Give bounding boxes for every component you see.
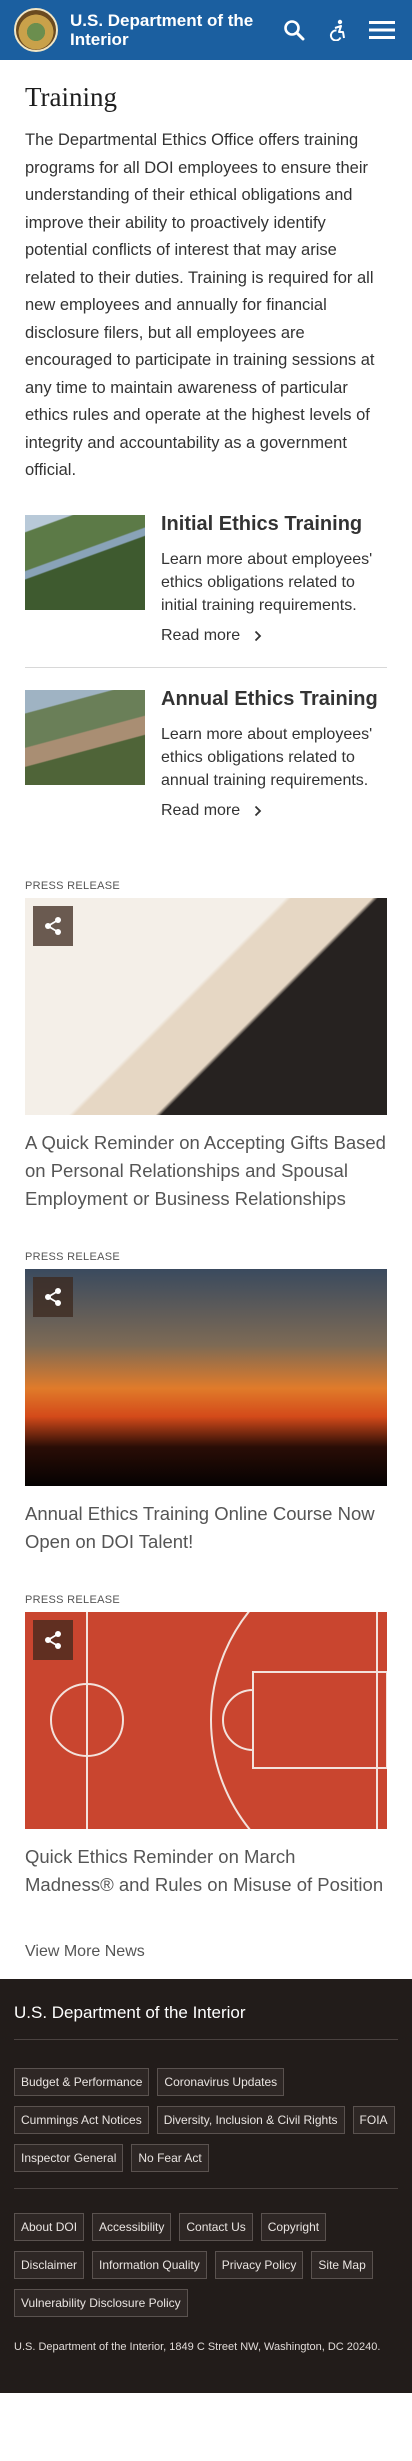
news-item-annual-course: PRESS RELEASE Annual Ethics Training Onl… bbox=[25, 1251, 387, 1556]
news-kicker: PRESS RELEASE bbox=[25, 879, 120, 892]
page-title: Training bbox=[25, 82, 118, 112]
main-content: Training The Departmental Ethics Office … bbox=[0, 60, 412, 1979]
footer-link-about[interactable]: About DOI bbox=[14, 2212, 85, 2241]
search-button[interactable] bbox=[274, 10, 314, 50]
search-icon bbox=[284, 20, 305, 41]
site-header: U.S. Department of the Interior bbox=[0, 0, 412, 60]
news-image[interactable] bbox=[25, 1611, 387, 1829]
news-kicker: PRESS RELEASE bbox=[25, 1593, 120, 1606]
footer-link-information-quality[interactable]: Information Quality bbox=[92, 2250, 207, 2279]
read-more-label: Read more bbox=[161, 801, 241, 819]
card-divider bbox=[25, 666, 387, 668]
news-image[interactable] bbox=[25, 897, 387, 1115]
footer-link-foia[interactable]: FOIA bbox=[352, 2105, 395, 2134]
read-more-link[interactable]: Read more bbox=[161, 802, 262, 820]
news-title[interactable]: Annual Ethics Training Online Course Now… bbox=[25, 1500, 387, 1556]
footer-link-no-fear-act[interactable]: No Fear Act bbox=[131, 2143, 209, 2172]
menu-icon bbox=[369, 21, 395, 39]
read-more-label: Read more bbox=[161, 626, 241, 644]
footer-title[interactable]: U.S. Department of the Interior bbox=[14, 2003, 398, 2023]
news-title[interactable]: A Quick Reminder on Accepting Gifts Base… bbox=[25, 1129, 387, 1213]
basketball-court-illustration bbox=[50, 1611, 387, 1829]
news-item-march-madness: PRESS RELEASE Quick Ethics Reminder on M… bbox=[25, 1594, 387, 1899]
training-card-title[interactable]: Initial Ethics Training bbox=[161, 513, 387, 536]
menu-button[interactable] bbox=[362, 10, 402, 50]
footer-links-primary: Budget & Performance Coronavirus Updates… bbox=[14, 2067, 398, 2172]
footer-link-copyright[interactable]: Copyright bbox=[260, 2212, 327, 2241]
news-item-gifts: PRESS RELEASE A Quick Reminder on Accept… bbox=[25, 880, 387, 1213]
share-button[interactable] bbox=[33, 1276, 73, 1317]
share-button[interactable] bbox=[33, 905, 73, 946]
news-title[interactable]: Quick Ethics Reminder on March Madness® … bbox=[25, 1843, 387, 1899]
training-card-image[interactable] bbox=[25, 689, 145, 785]
footer-divider bbox=[14, 2038, 398, 2040]
share-icon bbox=[45, 916, 61, 935]
chevron-right-icon bbox=[255, 805, 262, 816]
footer-address: U.S. Department of the Interior, 1849 C … bbox=[14, 2340, 381, 2353]
chevron-right-icon bbox=[255, 630, 262, 641]
footer-divider bbox=[14, 2187, 398, 2189]
news-image[interactable] bbox=[25, 1268, 387, 1486]
read-more-link[interactable]: Read more bbox=[161, 627, 262, 645]
share-button[interactable] bbox=[33, 1619, 73, 1660]
footer-link-vulnerability[interactable]: Vulnerability Disclosure Policy bbox=[14, 2288, 188, 2317]
accessibility-button[interactable] bbox=[318, 10, 358, 50]
header-actions bbox=[274, 10, 402, 50]
training-card-text: Learn more about employees' ethics oblig… bbox=[161, 725, 373, 789]
footer-link-accessibility[interactable]: Accessibility bbox=[92, 2212, 172, 2241]
view-more-news-link[interactable]: View More News bbox=[25, 1943, 387, 1979]
footer-link-contact[interactable]: Contact Us bbox=[179, 2212, 253, 2241]
footer-link-privacy[interactable]: Privacy Policy bbox=[214, 2250, 304, 2279]
footer-link-budget[interactable]: Budget & Performance bbox=[14, 2067, 150, 2096]
site-footer: U.S. Department of the Interior Budget &… bbox=[0, 1978, 412, 2393]
intro-text: The Departmental Ethics Office offers tr… bbox=[25, 131, 375, 479]
training-card-text: Learn more about employees' ethics oblig… bbox=[161, 550, 373, 614]
training-card-image[interactable] bbox=[25, 514, 145, 610]
footer-link-diversity[interactable]: Diversity, Inclusion & Civil Rights bbox=[156, 2105, 345, 2134]
share-icon bbox=[45, 1630, 61, 1649]
training-card-annual: Annual Ethics Training Learn more about … bbox=[25, 688, 387, 842]
training-card-initial: Initial Ethics Training Learn more about… bbox=[25, 513, 387, 667]
news-kicker: PRESS RELEASE bbox=[25, 1250, 120, 1263]
accessibility-icon bbox=[329, 19, 345, 41]
share-icon bbox=[45, 1287, 61, 1306]
site-title[interactable]: U.S. Department of the Interior bbox=[70, 11, 274, 49]
footer-link-inspector-general[interactable]: Inspector General bbox=[14, 2143, 124, 2172]
site-title-line1: U.S. Department of the bbox=[70, 11, 254, 30]
footer-link-cummings[interactable]: Cummings Act Notices bbox=[14, 2105, 149, 2134]
footer-links-secondary: About DOI Accessibility Contact Us Copyr… bbox=[14, 2212, 398, 2317]
footer-link-coronavirus[interactable]: Coronavirus Updates bbox=[157, 2067, 285, 2096]
training-card-title[interactable]: Annual Ethics Training bbox=[161, 688, 387, 711]
footer-link-disclaimer[interactable]: Disclaimer bbox=[14, 2250, 85, 2279]
doi-seal-icon[interactable] bbox=[14, 8, 58, 52]
site-title-line2: Interior bbox=[70, 30, 129, 49]
footer-link-site-map[interactable]: Site Map bbox=[311, 2250, 373, 2279]
